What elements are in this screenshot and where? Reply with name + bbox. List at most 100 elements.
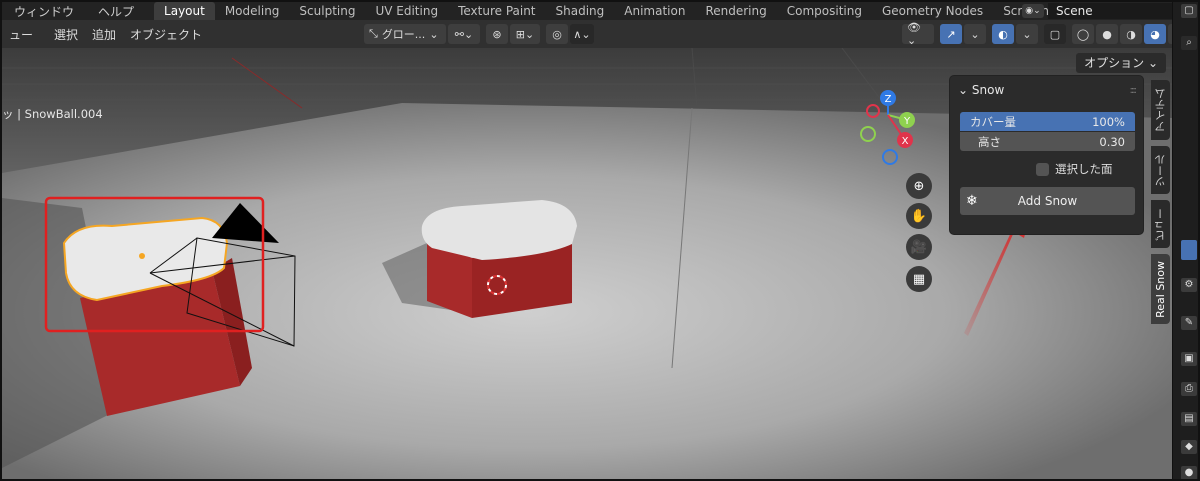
proportional-edit-toggle[interactable]: ◎: [546, 24, 568, 44]
overlay-dropdown[interactable]: ⌄: [1016, 24, 1038, 44]
snap-dropdown[interactable]: ⊞⌄: [510, 24, 540, 44]
chevron-down-icon: ⌄: [1147, 56, 1158, 70]
coverage-slider[interactable]: カバー量 100%: [960, 112, 1135, 131]
display-group: 👁⌄ ↗ ⌄ ◐ ⌄ ▢ ◯ ● ◑ ◕ ⌄: [902, 21, 1190, 47]
coverage-value: 100%: [1092, 114, 1125, 129]
camera-icon: 🎥: [910, 239, 928, 255]
tab-layout[interactable]: Layout: [154, 2, 215, 20]
tab-uv-editing[interactable]: UV Editing: [365, 2, 448, 20]
falloff-icon: ∧⌄: [573, 27, 591, 41]
add-snow-button[interactable]: ❄ Add Snow: [960, 187, 1135, 215]
chevron-down-icon: ⌄: [958, 83, 972, 97]
orientation-dropdown[interactable]: ⤡ グロー... ⌄: [364, 24, 446, 44]
pan-button[interactable]: ✋: [906, 203, 932, 229]
tab-shading[interactable]: Shading: [546, 2, 615, 20]
panel-header[interactable]: ⌄ Snow ::::: [950, 76, 1143, 104]
gizmo-toggle[interactable]: ↗: [940, 24, 962, 44]
top-bar: ウィンドウ ヘルプ Layout Modeling Sculpting UV E…: [2, 2, 1172, 20]
checkbox-icon: [1036, 162, 1049, 176]
gizmo-z: Z: [885, 94, 892, 105]
gizmo-y: Y: [903, 116, 911, 127]
tab-texture-paint[interactable]: Texture Paint: [448, 2, 545, 20]
origin-dot: [139, 253, 145, 259]
xray-icon: ▢: [1049, 27, 1061, 41]
pivot-dropdown[interactable]: ⚯⌄: [448, 24, 480, 44]
camera-view-button[interactable]: 🎥: [906, 234, 932, 260]
output-icon[interactable]: ⎙: [1181, 382, 1197, 396]
panel-title: Snow: [971, 83, 1005, 97]
menu-select[interactable]: 選択: [40, 26, 85, 43]
tab-modeling[interactable]: Modeling: [215, 2, 290, 20]
editor-type-icon[interactable]: ▢: [1181, 4, 1197, 18]
eye-icon: 👁⌄: [907, 21, 921, 47]
grid-icon: ▦: [912, 271, 926, 287]
options-label: オプション: [1084, 56, 1145, 70]
shading-material[interactable]: ◑: [1120, 24, 1142, 44]
view-layer-icon[interactable]: ▤: [1181, 412, 1197, 426]
overlay-toggle[interactable]: ◐: [992, 24, 1014, 44]
height-label: 高さ: [978, 134, 1001, 149]
proportional-icon: ◎: [552, 27, 562, 41]
drag-handle-icon[interactable]: ::::: [1130, 85, 1138, 96]
shading-solid[interactable]: ●: [1096, 24, 1118, 44]
chevron-down-icon: ⌄: [1022, 27, 1032, 41]
orientation-label: グロー...: [381, 28, 426, 41]
visibility-dropdown[interactable]: 👁⌄: [902, 21, 934, 47]
material-icon: ◑: [1126, 27, 1136, 41]
tab-compositing[interactable]: Compositing: [777, 2, 872, 20]
add-snow-label: Add Snow: [1017, 194, 1078, 208]
hand-icon: ✋: [910, 208, 928, 224]
scene-selector[interactable]: ◉⌄ Scene: [1018, 2, 1172, 20]
tab-view-label: ビュー: [1153, 207, 1167, 241]
wrench-icon[interactable]: ✎: [1181, 316, 1197, 330]
chevron-down-icon: ⌄: [970, 27, 980, 41]
height-value: 0.30: [1099, 134, 1125, 149]
tab-real-snow[interactable]: Real Snow: [1151, 254, 1170, 324]
rendered-icon: ◕: [1150, 27, 1160, 41]
tab-real-snow-label: Real Snow: [1154, 260, 1167, 318]
coverage-label: カバー量: [970, 114, 1016, 129]
tab-tool[interactable]: ツール: [1151, 146, 1170, 194]
shading-rendered[interactable]: ◕: [1144, 24, 1166, 44]
tab-sculpting[interactable]: Sculpting: [289, 2, 365, 20]
scene-props-icon[interactable]: ◆: [1181, 440, 1197, 454]
tab-rendering[interactable]: Rendering: [695, 2, 776, 20]
perspective-toggle-button[interactable]: ▦: [906, 266, 932, 292]
zoom-button[interactable]: ⊕: [906, 173, 932, 199]
scene-name[interactable]: Scene: [1048, 3, 1172, 19]
xray-toggle[interactable]: ▢: [1044, 24, 1066, 44]
wireframe-icon: ◯: [1076, 27, 1090, 41]
pivot-icon: ⚯⌄: [454, 27, 474, 41]
tab-geometry-nodes[interactable]: Geometry Nodes: [872, 2, 993, 20]
menu-help[interactable]: ヘルプ: [86, 3, 154, 20]
height-field[interactable]: 高さ 0.30: [960, 132, 1135, 151]
tab-item-label: アイテム: [1153, 88, 1167, 132]
transform-group: ⤡ グロー... ⌄ ⚯⌄ ⊛ ⊞⌄ ◎ ∧⌄: [364, 24, 594, 44]
gizmo-dropdown[interactable]: ⌄: [964, 24, 986, 44]
tab-view[interactable]: ビュー: [1151, 200, 1170, 248]
tab-animation[interactable]: Animation: [614, 2, 695, 20]
snap-icon: ⊛: [492, 27, 502, 41]
falloff-dropdown[interactable]: ∧⌄: [570, 24, 594, 44]
menu-view[interactable]: ュー: [2, 26, 40, 43]
solid-icon: ●: [1102, 27, 1112, 41]
blender-window: ウィンドウ ヘルプ Layout Modeling Sculpting UV E…: [0, 0, 1200, 481]
selected-faces-checkbox[interactable]: 選択した面: [1036, 161, 1113, 177]
overlay-icon: ◐: [998, 27, 1008, 41]
viewport-header: ュー 選択 追加 オブジェクト ⤡ グロー... ⌄ ⚯⌄ ⊛ ⊞⌄ ◎ ∧⌄ …: [2, 20, 1190, 48]
gizmo-icon: ↗: [946, 27, 956, 41]
search-icon[interactable]: ⌕: [1181, 36, 1197, 50]
scene-icon: ◉⌄: [1022, 4, 1044, 18]
world-icon[interactable]: ●: [1181, 466, 1197, 479]
gizmo-x: X: [902, 136, 909, 147]
render-icon[interactable]: ▣: [1181, 352, 1197, 366]
snap-toggle[interactable]: ⊛: [486, 24, 508, 44]
menu-add[interactable]: 追加: [85, 26, 123, 43]
shading-wireframe[interactable]: ◯: [1072, 24, 1094, 44]
tab-item[interactable]: アイテム: [1151, 80, 1170, 140]
menu-window[interactable]: ウィンドウ: [2, 3, 86, 20]
menu-object[interactable]: オブジェクト: [123, 26, 209, 43]
tool-tab-icon[interactable]: ⚙: [1181, 278, 1197, 292]
options-dropdown[interactable]: オプション ⌄: [1076, 53, 1166, 73]
properties-editor-edge: ▢ ⌕ ⚙ ✎ ▣ ⎙ ▤ ◆ ●: [1172, 2, 1198, 479]
